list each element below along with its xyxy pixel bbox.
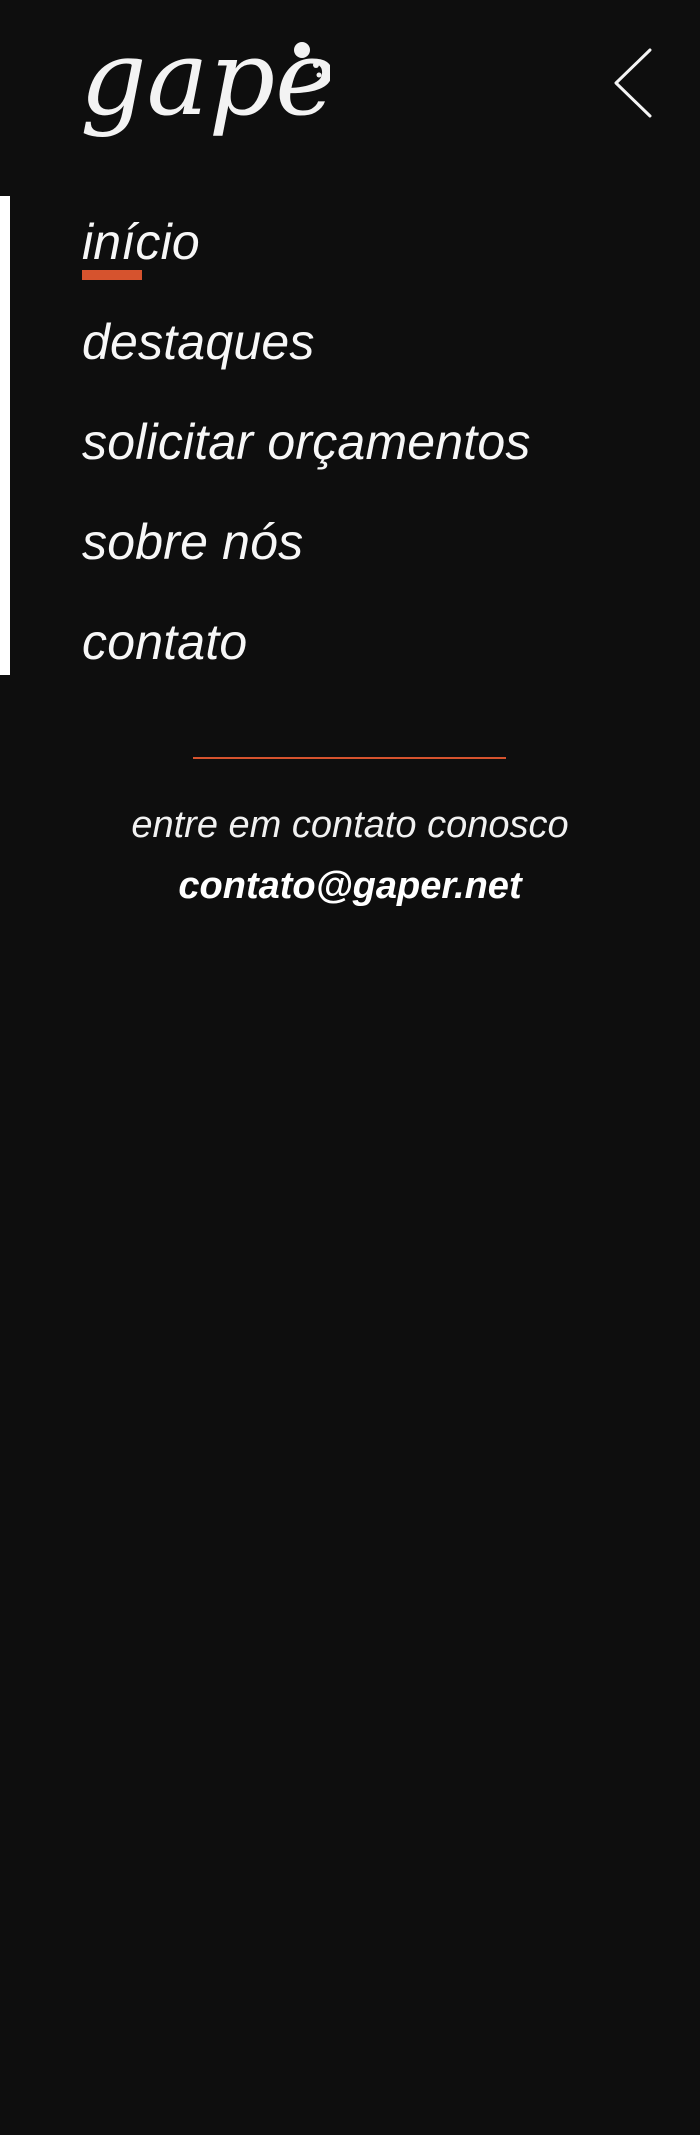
logo-wordmark: gaper bbox=[80, 36, 330, 139]
chevron-left-icon bbox=[614, 48, 652, 118]
nav-item-label: início bbox=[82, 214, 200, 270]
contact-prompt: entre em contato conosco bbox=[131, 804, 569, 846]
contact-email-link[interactable]: contato@gaper.net bbox=[0, 858, 700, 914]
menu-active-rail bbox=[0, 196, 10, 675]
nav-item-destaques[interactable]: destaques bbox=[82, 296, 682, 396]
nav-item-contato[interactable]: contato bbox=[82, 596, 682, 696]
nav-item-solicitar-orcamentos[interactable]: solicitar orçamentos bbox=[82, 396, 682, 496]
logo-dot bbox=[316, 83, 320, 87]
active-underline bbox=[82, 270, 142, 280]
nav-item-label: solicitar orçamentos bbox=[82, 414, 531, 470]
nav-item-inicio[interactable]: início bbox=[82, 196, 682, 296]
nav-item-sobre-nos[interactable]: sobre nós bbox=[82, 496, 682, 596]
logo-dot bbox=[316, 72, 322, 78]
nav-item-label: destaques bbox=[82, 314, 315, 370]
contact-divider bbox=[193, 757, 506, 759]
nav-item-label: contato bbox=[82, 614, 248, 670]
gaper-logo[interactable]: gaper bbox=[80, 36, 330, 171]
nav-item-label: sobre nós bbox=[82, 514, 304, 570]
back-button[interactable] bbox=[606, 44, 662, 122]
logo-dot-large bbox=[294, 42, 310, 58]
logo-dot bbox=[313, 62, 319, 68]
main-nav: início destaques solicitar orçamentos so… bbox=[82, 196, 682, 696]
